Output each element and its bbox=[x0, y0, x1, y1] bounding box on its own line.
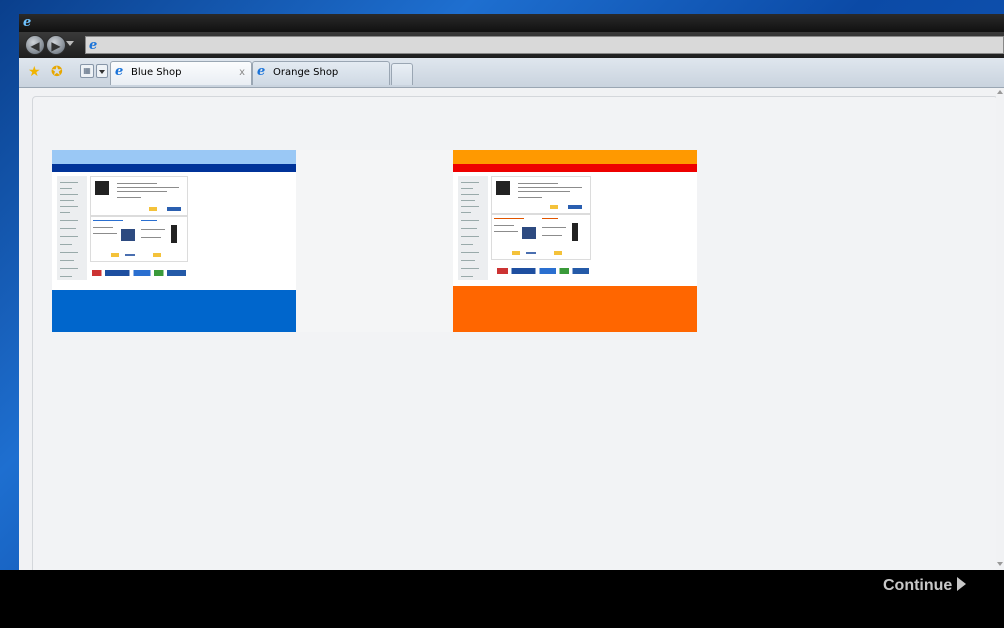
thumbnail-sidebar bbox=[458, 176, 488, 280]
add-favorite-icon[interactable]: ✪ bbox=[51, 64, 63, 80]
continue-button[interactable]: Continue bbox=[883, 576, 967, 596]
thumbnail-products-panel bbox=[491, 214, 591, 260]
internet-explorer-icon: e bbox=[23, 15, 32, 30]
thumbnail-page bbox=[52, 172, 296, 290]
blue-shop-thumbnail[interactable] bbox=[52, 150, 296, 332]
scroll-up-icon[interactable] bbox=[997, 90, 1003, 94]
continue-label: Continue bbox=[883, 577, 953, 594]
tab-label: Blue Shop bbox=[131, 67, 182, 78]
monitor-image bbox=[95, 181, 109, 195]
bottom-bar bbox=[0, 570, 1004, 628]
thumbnail-products-panel bbox=[90, 216, 188, 262]
thumbnail-header bbox=[453, 150, 697, 164]
thumbnail-brand-logos bbox=[92, 270, 186, 276]
quick-tabs-icon[interactable]: ▦ bbox=[80, 64, 94, 78]
recent-pages-dropdown[interactable] bbox=[66, 41, 74, 46]
monitor-image bbox=[496, 181, 510, 195]
vertical-scrollbar[interactable] bbox=[996, 88, 1004, 570]
tab-bar: ★ ✪ ▦ e Blue Shop x e Orange Shop bbox=[19, 58, 1004, 88]
thumbnail-header bbox=[52, 150, 296, 164]
forward-arrow-icon: ▶ bbox=[51, 39, 61, 53]
close-icon[interactable]: x bbox=[239, 63, 245, 83]
forward-button[interactable]: ▶ bbox=[46, 35, 66, 55]
tab-list-dropdown[interactable] bbox=[96, 64, 108, 78]
thumbnail-nav-bar bbox=[52, 164, 296, 172]
thumbnail-featured-panel bbox=[491, 176, 591, 214]
orange-shop-thumbnail[interactable] bbox=[453, 150, 697, 332]
thumbnail-gap bbox=[295, 150, 453, 332]
thumbnail-featured-panel bbox=[90, 176, 188, 216]
back-button[interactable]: ◀ bbox=[25, 35, 45, 55]
new-tab-button[interactable] bbox=[391, 63, 413, 85]
address-bar[interactable]: e bbox=[85, 36, 1004, 54]
tab-blue-shop[interactable]: e Blue Shop x bbox=[110, 61, 252, 85]
page-icon: e bbox=[89, 38, 98, 53]
tab-orange-shop[interactable]: e Orange Shop bbox=[252, 61, 390, 85]
thumbnail-page bbox=[453, 172, 697, 286]
thumbnail-nav-bar bbox=[453, 164, 697, 172]
page-icon: e bbox=[257, 64, 266, 79]
thumbnail-sidebar bbox=[57, 176, 87, 280]
back-arrow-icon: ◀ bbox=[30, 39, 40, 53]
scroll-down-icon[interactable] bbox=[997, 562, 1003, 566]
tab-label: Orange Shop bbox=[273, 67, 339, 78]
play-arrow-icon bbox=[957, 577, 967, 591]
title-bar: e bbox=[19, 14, 1004, 32]
page-icon: e bbox=[115, 64, 124, 79]
star-icon[interactable]: ★ bbox=[28, 64, 41, 80]
thumbnail-footer bbox=[52, 290, 296, 332]
navigation-bar: ◀ ▶ e bbox=[19, 32, 1004, 58]
thumbnail-footer bbox=[453, 286, 697, 332]
thumbnail-brand-logos bbox=[497, 268, 589, 274]
